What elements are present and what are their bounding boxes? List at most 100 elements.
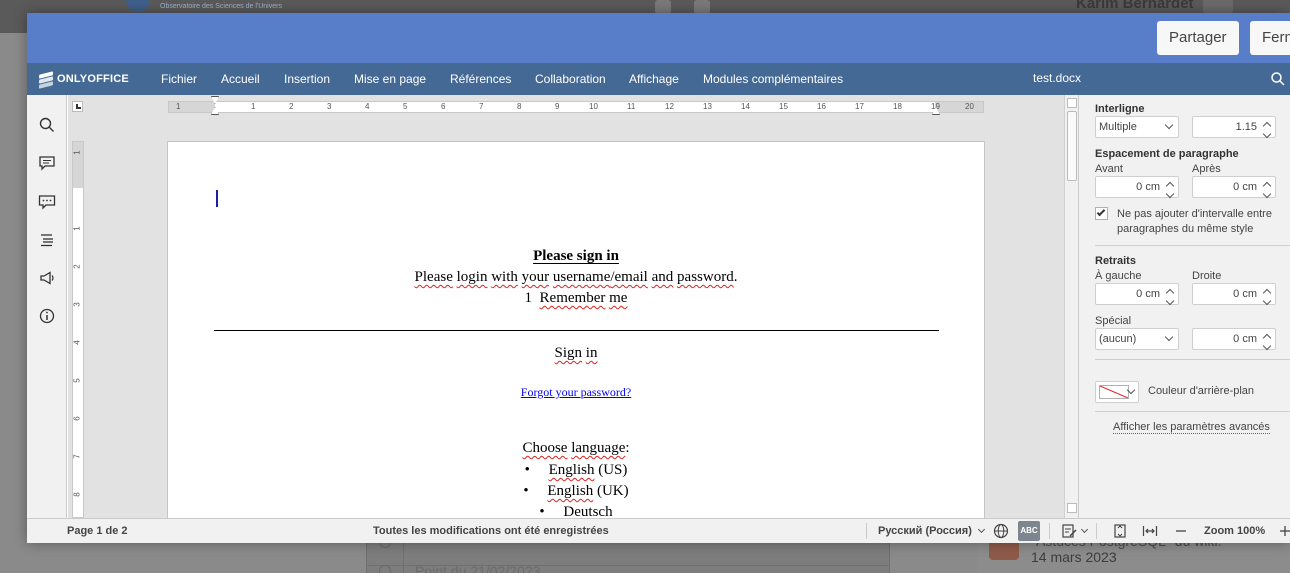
spinner-icon[interactable] xyxy=(1262,119,1272,139)
special-type-select[interactable]: (aucun) xyxy=(1095,328,1179,350)
menu-plugins[interactable]: Modules complémentaires xyxy=(703,72,843,86)
no-interval-checkbox[interactable] xyxy=(1095,207,1108,220)
doc-list-item[interactable]: • Deutsch xyxy=(168,504,984,518)
menu-collaboration[interactable]: Collaboration xyxy=(535,72,606,86)
menu-home[interactable]: Accueil xyxy=(221,72,260,86)
line-spacing-value: 1.15 xyxy=(1235,121,1257,133)
save-status: Toutes les modifications ont été enregis… xyxy=(373,525,609,537)
fit-width-icon[interactable] xyxy=(1142,523,1158,539)
horizontal-ruler[interactable]: 1 1 2 3 4 5 6 7 8 9 10 11 12 13 14 15 16… xyxy=(168,96,984,115)
doc-horizontal-rule xyxy=(214,330,939,331)
background-list-item: Point du 21/02/2023 xyxy=(415,563,541,573)
menu-view[interactable]: Affichage xyxy=(629,72,679,86)
spacing-after-value: 0 cm xyxy=(1233,181,1257,193)
chevron-down-icon xyxy=(1164,332,1174,342)
ruler-label: 5 xyxy=(72,378,82,383)
chevron-down-icon[interactable] xyxy=(1080,525,1089,534)
spacing-after-field[interactable]: 0 cm xyxy=(1192,176,1276,199)
document-page[interactable]: Please sign in Please login with your us… xyxy=(167,141,985,518)
spinner-icon[interactable] xyxy=(1262,331,1272,351)
scroll-up-button[interactable] xyxy=(1067,98,1077,108)
document-area[interactable]: 1 1 2 3 4 5 6 7 8 9 10 11 12 13 14 15 16… xyxy=(68,95,1078,518)
advanced-settings-link[interactable]: Afficher les paramètres avancés xyxy=(1113,421,1270,434)
special-value-field[interactable]: 0 cm xyxy=(1192,328,1276,351)
background-activity-avatar xyxy=(989,543,1019,560)
menu-layout[interactable]: Mise en page xyxy=(354,72,426,86)
doc-forgot-password-link[interactable]: Forgot your password? xyxy=(168,385,984,400)
doc-word: and xyxy=(651,269,674,285)
ruler-label: 10 xyxy=(589,102,598,111)
menu-file[interactable]: Fichier xyxy=(161,72,197,86)
ruler-label: 1 xyxy=(176,102,181,111)
after-label: Après xyxy=(1192,163,1221,175)
doc-link-text: Forgot your password? xyxy=(520,385,632,399)
comments-icon[interactable] xyxy=(38,154,56,172)
spinner-icon[interactable] xyxy=(1262,286,1272,306)
background-activity: "Astuces PostgreSQL" du wiki. 14 mars 20… xyxy=(977,533,1290,573)
scroll-down-button[interactable] xyxy=(1067,503,1077,513)
indent-left-field[interactable]: 0 cm xyxy=(1095,283,1179,306)
doc-word: in xyxy=(585,345,598,361)
doc-list-item[interactable]: • English (US) xyxy=(168,462,984,479)
language-selector[interactable]: Русский (Россия) xyxy=(878,525,985,537)
panel-separator xyxy=(1095,245,1290,246)
doc-line-login[interactable]: Please login with your username/email an… xyxy=(168,269,984,286)
menu-insert[interactable]: Insertion xyxy=(284,72,330,86)
doc-word: English xyxy=(548,462,595,478)
special-label: Spécial xyxy=(1095,315,1132,327)
ruler-label: 8 xyxy=(517,102,522,111)
bullet-icon: • xyxy=(539,504,545,518)
spinner-icon[interactable] xyxy=(1165,286,1175,306)
line-spacing-value-field[interactable]: 1.15 xyxy=(1192,116,1276,139)
track-changes-icon[interactable] xyxy=(1061,523,1077,539)
doc-list-item[interactable]: • English (UK) xyxy=(168,483,984,500)
zoom-in-icon[interactable] xyxy=(1277,523,1290,539)
ruler-label: 2 xyxy=(289,102,294,111)
fit-page-icon[interactable] xyxy=(1112,523,1128,539)
ruler-label: 14 xyxy=(741,102,750,111)
tab-stop-selector[interactable] xyxy=(72,101,83,112)
line-spacing-type-select[interactable]: Multiple xyxy=(1095,116,1179,138)
search-icon[interactable] xyxy=(1270,71,1286,87)
feedback-icon[interactable] xyxy=(38,269,56,287)
doc-heading[interactable]: Please sign in xyxy=(168,248,984,265)
doc-line-choose-language[interactable]: Choose language: xyxy=(168,440,984,457)
background-color-button[interactable] xyxy=(1095,381,1139,403)
left-toolbar xyxy=(27,95,67,518)
special-type-value: (aucun) xyxy=(1099,333,1137,345)
text-caret xyxy=(216,190,218,207)
indents-label: Retraits xyxy=(1095,255,1136,267)
spinner-icon[interactable] xyxy=(1262,179,1272,199)
menu-references[interactable]: Références xyxy=(450,72,511,86)
doc-line-sign-in[interactable]: Sign in xyxy=(168,345,984,362)
ruler-label: 16 xyxy=(817,102,826,111)
page-info[interactable]: Page 1 de 2 xyxy=(67,525,128,537)
ruler-label: 6 xyxy=(441,102,446,111)
spacing-before-field[interactable]: 0 cm xyxy=(1095,176,1179,199)
ruler-label: 5 xyxy=(403,102,408,111)
background-list: Point du 21/02/2023 xyxy=(366,536,890,573)
indent-right-field[interactable]: 0 cm xyxy=(1192,283,1276,306)
spellcheck-button[interactable]: ABC xyxy=(1018,521,1040,541)
zoom-out-icon[interactable] xyxy=(1173,523,1189,539)
scrollbar-thumb[interactable] xyxy=(1067,111,1077,181)
vertical-scrollbar[interactable] xyxy=(1064,95,1078,518)
share-button[interactable]: Partager xyxy=(1157,21,1239,55)
search-icon[interactable] xyxy=(38,116,56,134)
zoom-level[interactable]: Zoom 100% xyxy=(1204,525,1265,537)
paragraph-spacing-label: Espacement de paragraphe xyxy=(1095,148,1239,160)
about-icon[interactable] xyxy=(38,307,56,325)
spinner-icon[interactable] xyxy=(1165,179,1175,199)
ruler-label: 20 xyxy=(965,102,974,111)
vertical-ruler[interactable]: 1 1 2 3 4 5 6 7 8 xyxy=(72,141,84,518)
navigation-icon[interactable] xyxy=(38,231,56,249)
editor-menubar: ONLYOFFICE Fichier Accueil Insertion Mis… xyxy=(27,63,1290,95)
chat-icon[interactable] xyxy=(38,193,56,211)
doc-line-remember[interactable]: 1 Remember me xyxy=(168,290,984,307)
globe-icon[interactable] xyxy=(993,523,1009,539)
ruler-label: 7 xyxy=(479,102,484,111)
background-radio xyxy=(379,565,391,573)
document-title: test.docx xyxy=(1033,71,1082,85)
background-avatar xyxy=(1203,0,1233,14)
close-button[interactable]: Fermer xyxy=(1250,21,1290,55)
